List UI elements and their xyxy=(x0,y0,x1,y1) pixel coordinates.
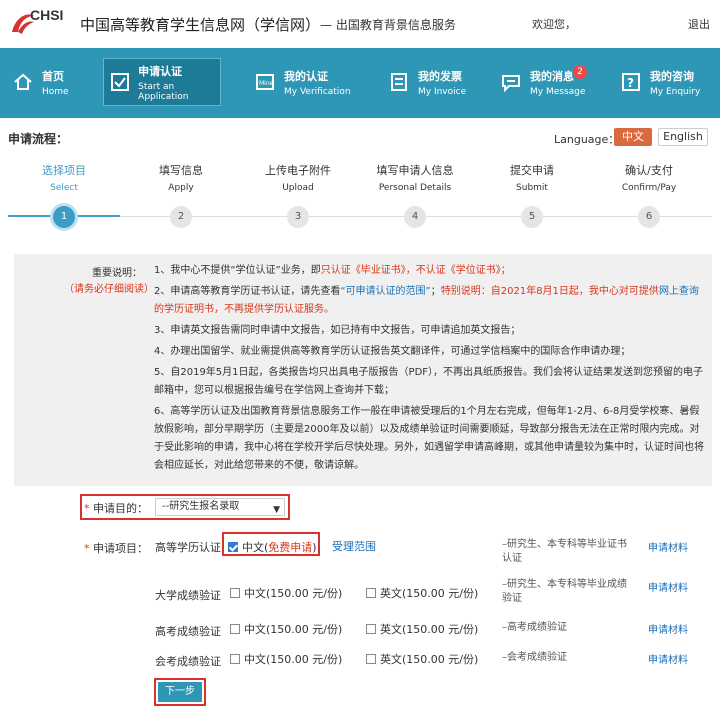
step-circle-1: 1 xyxy=(53,206,75,228)
step-circle-5: 5 xyxy=(521,206,543,228)
step-circle-3: 3 xyxy=(287,206,309,228)
row-label-university-grades: 大学成绩验证 xyxy=(155,589,221,602)
language-chinese-button[interactable]: 中文 xyxy=(614,128,652,146)
degree-cert-chinese-checkbox[interactable]: 中文(免费申请) xyxy=(228,539,317,555)
step-apply: 填写信息 Apply xyxy=(159,164,203,193)
row-label-degree-cert: 高等学历认证 xyxy=(155,541,221,554)
top-header: CHSI 中国高等教育学生信息网（学信网） — 出国教育背景信息服务 欢迎您， … xyxy=(0,0,720,48)
apply-range-link[interactable]: “可申请认证的范围” xyxy=(340,286,430,297)
notice-item-6: 6、高等学历认证及出国教育背景信息服务工作一般在申请被受理后的1个月左右完成，但… xyxy=(154,406,704,471)
next-step-button[interactable]: 下一步 xyxy=(158,682,202,702)
row-desc-degree-cert: –研究生、本专科等毕业证书认证 xyxy=(502,539,627,564)
nav-my-enquiry[interactable]: ? 我的咨询 My Enquiry xyxy=(620,58,700,106)
row-desc-huikao-grades: –会考成绩验证 xyxy=(502,652,567,663)
online-query-link[interactable]: 网上查询 xyxy=(659,286,699,297)
main-nav: 首页 Home 申请认证 Start an Application Mine 我的认… xyxy=(0,48,720,118)
notice-subtitle: （请务必仔细阅读） xyxy=(64,284,154,295)
process-label: 申请流程： xyxy=(8,132,69,146)
language-english-button[interactable]: English xyxy=(658,128,708,146)
welcome-text: 欢迎您， xyxy=(532,18,576,31)
nav-home-label: 首页 xyxy=(42,69,64,83)
row-label-gaokao-grades: 高考成绩验证 xyxy=(155,625,221,638)
row-label-huikao-grades: 会考成绩验证 xyxy=(155,655,221,668)
materials-link-university-grades[interactable]: 申请材料 xyxy=(648,579,688,594)
nav-start-application[interactable]: 申请认证 Start an Application xyxy=(103,58,221,106)
step-circle-4: 4 xyxy=(404,206,426,228)
nav-home[interactable]: 首页 Home xyxy=(12,58,69,106)
step-circle-6: 6 xyxy=(638,206,660,228)
step-submit: 提交申请 Submit xyxy=(510,164,554,193)
notice-title: 重要说明： xyxy=(92,268,142,279)
logo-text: CHSI xyxy=(30,7,64,23)
message-icon xyxy=(500,71,522,93)
chevron-down-icon: ▼ xyxy=(273,505,280,515)
check-icon xyxy=(110,71,130,93)
purpose-select[interactable]: --研究生报名录取 ▼ xyxy=(155,498,285,516)
step-circle-2: 2 xyxy=(170,206,192,228)
notice-item-2: 2、申请高等教育学历证书认证，请先查看“可申请认证的范围”；特别说明：自2021… xyxy=(154,286,699,315)
checkbox-checked-icon xyxy=(228,542,238,552)
materials-link-degree-cert[interactable]: 申请材料 xyxy=(648,539,688,554)
nav-my-invoice[interactable]: 我的发票 My Invoice xyxy=(388,58,466,106)
notice-item-3: 3、申请英文报告需同时申请中文报告，如已持有中文报告，可申请追加英文报告； xyxy=(154,325,521,336)
notice-item-1: 1、我中心不提供“学位认证”业务，即只认证《毕业证书》，不认证《学位证书》； xyxy=(154,265,511,276)
acceptance-range-link[interactable]: 受理范围 xyxy=(332,538,376,554)
svg-text:Mine: Mine xyxy=(259,80,274,87)
step-upload: 上传电子附件 Upload xyxy=(265,164,331,193)
mine-icon: Mine xyxy=(254,71,276,93)
step-confirm-pay: 确认/支付 Confirm/Pay xyxy=(621,164,677,193)
nav-my-verification[interactable]: Mine 我的认证 My Verification xyxy=(254,58,351,106)
materials-link-huikao-grades[interactable]: 申请材料 xyxy=(648,651,688,666)
gaokao-grades-chinese-checkbox[interactable]: 中文(150.00 元/份) xyxy=(230,621,342,637)
university-grades-english-checkbox[interactable]: 英文(150.00 元/份) xyxy=(366,585,478,601)
site-subtitle: — 出国教育背景信息服务 xyxy=(320,18,456,32)
row-desc-university-grades: –研究生、本专科等毕业成绩验证 xyxy=(502,579,627,604)
svg-text:?: ? xyxy=(627,76,634,90)
items-label: * 申请项目： xyxy=(84,542,148,555)
row-desc-gaokao-grades: –高考成绩验证 xyxy=(502,622,567,633)
purpose-label: * 申请目的： xyxy=(84,502,148,515)
site-title: 中国高等教育学生信息网（学信网） xyxy=(80,16,321,34)
logout-link[interactable]: 退出 xyxy=(688,16,710,32)
step-select: 选择项目 Select xyxy=(42,164,86,193)
materials-link-gaokao-grades[interactable]: 申请材料 xyxy=(648,621,688,636)
invoice-icon xyxy=(388,71,410,93)
university-grades-chinese-checkbox[interactable]: 中文(150.00 元/份) xyxy=(230,585,342,601)
question-icon: ? xyxy=(620,71,642,93)
important-notice: 重要说明： （请务必仔细阅读） 1、我中心不提供“学位认证”业务，即只认证《毕业… xyxy=(14,254,712,486)
gaokao-grades-english-checkbox[interactable]: 英文(150.00 元/份) xyxy=(366,621,478,637)
notice-item-4: 4、办理出国留学、就业需提供高等教育学历认证报告英文翻译件，可通过学信档案中的国… xyxy=(154,346,631,357)
notice-body: 1、我中心不提供“学位认证”业务，即只认证《毕业证书》，不认证《学位证书》； 2… xyxy=(154,262,706,478)
step-personal-details: 填写申请人信息 Personal Details xyxy=(376,164,454,193)
nav-my-message[interactable]: 我的消息 My Message xyxy=(500,58,585,106)
language-label: Language： xyxy=(554,133,620,146)
huikao-grades-chinese-checkbox[interactable]: 中文(150.00 元/份) xyxy=(230,651,342,667)
message-count-badge: 2 xyxy=(573,65,587,79)
home-icon xyxy=(12,71,34,93)
notice-item-5: 5、自2019年5月1日起，各类报告均只出具电子版报告（PDF），不再出具纸质报… xyxy=(154,367,704,396)
huikao-grades-english-checkbox[interactable]: 英文(150.00 元/份) xyxy=(366,651,478,667)
